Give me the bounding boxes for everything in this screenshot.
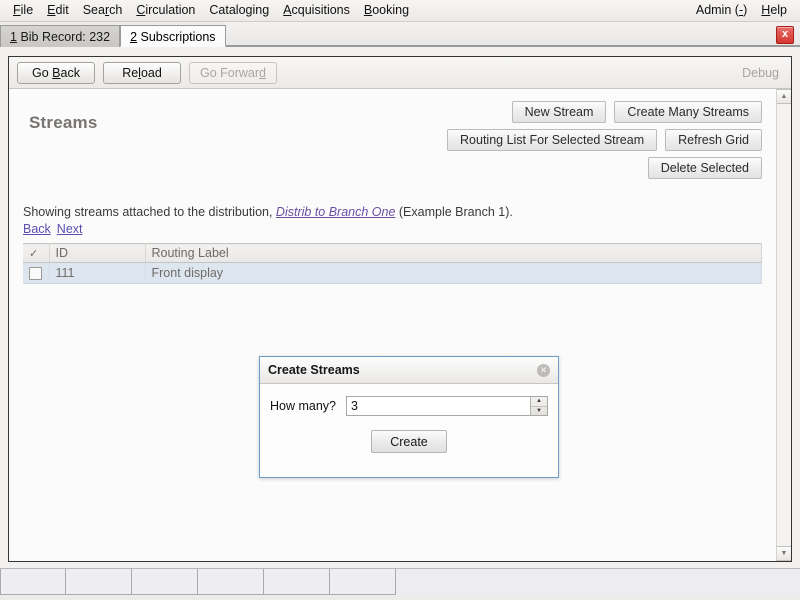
action-button-row-1: New Stream Create Many Streams bbox=[511, 101, 762, 123]
scrollbar-track[interactable] bbox=[777, 104, 791, 546]
how-many-stepper[interactable]: ▲ ▼ bbox=[346, 396, 548, 416]
menu-item-edit[interactable]: Edit bbox=[40, 1, 76, 20]
how-many-input[interactable] bbox=[347, 397, 530, 415]
check-icon: ✓ bbox=[29, 248, 39, 260]
page-wrapper: Streams New Stream Create Many Streams R… bbox=[9, 89, 791, 561]
tab-bar-empty-area bbox=[225, 22, 800, 46]
pager-next-link[interactable]: Next bbox=[57, 222, 83, 236]
stepper-up-icon[interactable]: ▲ bbox=[531, 397, 547, 407]
routing-list-button[interactable]: Routing List For Selected Stream bbox=[447, 129, 658, 151]
create-many-streams-button[interactable]: Create Many Streams bbox=[614, 101, 762, 123]
streams-grid-body: 111 Front display bbox=[23, 262, 762, 284]
pager-back-link[interactable]: Back bbox=[23, 222, 51, 236]
scroll-up-icon[interactable]: ▲ bbox=[777, 89, 791, 104]
column-header-checkbox[interactable]: ✓ bbox=[23, 243, 50, 263]
tab-subscriptions-label: Subscriptions bbox=[140, 30, 216, 44]
status-bar-empty-area bbox=[396, 569, 800, 595]
status-cell-1 bbox=[0, 569, 66, 595]
pager: Back Next bbox=[23, 222, 762, 236]
status-cell-5 bbox=[264, 569, 330, 595]
description-suffix: (Example Branch 1). bbox=[395, 205, 513, 219]
row-checkbox[interactable] bbox=[29, 267, 43, 281]
page-content: Streams New Stream Create Many Streams R… bbox=[9, 89, 776, 561]
tab-subscriptions[interactable]: 2 Subscriptions bbox=[120, 25, 226, 47]
streams-grid: ✓ ID Routing Label 111 Front display bbox=[23, 243, 762, 284]
dialog-close-icon[interactable]: ✕ bbox=[537, 363, 550, 377]
action-button-row-3: Delete Selected bbox=[647, 157, 762, 179]
menu-item-booking[interactable]: Booking bbox=[357, 1, 416, 20]
dialog-title: Create Streams bbox=[268, 363, 360, 377]
menu-item-admin[interactable]: Admin (-) bbox=[689, 1, 754, 20]
dialog-title-bar: Create Streams ✕ bbox=[260, 357, 558, 384]
how-many-label: How many? bbox=[270, 399, 336, 413]
status-cell-2 bbox=[66, 569, 132, 595]
page-header-row: Streams New Stream Create Many Streams R… bbox=[23, 101, 762, 179]
menu-bar: File Edit Search Circulation Cataloging … bbox=[0, 0, 800, 22]
debug-label: Debug bbox=[742, 65, 779, 80]
navigation-toolbar: Go Back Reload Go Forward Debug bbox=[9, 57, 791, 89]
dialog-actions: Create bbox=[270, 430, 548, 453]
column-header-routing-label[interactable]: Routing Label bbox=[145, 243, 762, 263]
vertical-scrollbar[interactable]: ▲ ▼ bbox=[776, 89, 791, 561]
go-back-button[interactable]: Go Back bbox=[17, 61, 95, 84]
page-title: Streams bbox=[29, 113, 98, 132]
table-header-row: ✓ ID Routing Label bbox=[23, 243, 762, 263]
action-button-row-2: Routing List For Selected Stream Refresh… bbox=[447, 129, 762, 151]
description-prefix: Showing streams attached to the distribu… bbox=[23, 205, 276, 219]
refresh-grid-button[interactable]: Refresh Grid bbox=[665, 129, 762, 151]
action-button-group: New Stream Create Many Streams Routing L… bbox=[447, 101, 762, 179]
menu-item-search[interactable]: Search bbox=[76, 1, 130, 20]
reload-button[interactable]: Reload bbox=[103, 61, 181, 84]
new-stream-button[interactable]: New Stream bbox=[511, 101, 607, 123]
tab-bar: 1 Bib Record: 232 2 Subscriptions x bbox=[0, 22, 800, 47]
scroll-down-icon[interactable]: ▼ bbox=[777, 546, 791, 561]
column-header-id[interactable]: ID bbox=[49, 243, 146, 263]
delete-selected-button[interactable]: Delete Selected bbox=[647, 157, 762, 179]
menu-item-circulation[interactable]: Circulation bbox=[129, 1, 202, 20]
menu-item-cataloging[interactable]: Cataloging bbox=[202, 1, 276, 20]
row-id: 111 bbox=[49, 262, 146, 284]
status-bar bbox=[0, 568, 800, 600]
status-cell-3 bbox=[132, 569, 198, 595]
how-many-field-row: How many? ▲ ▼ bbox=[270, 396, 548, 416]
description-text: Showing streams attached to the distribu… bbox=[23, 205, 762, 219]
browser-frame: Go Back Reload Go Forward Debug Streams … bbox=[8, 56, 792, 562]
menu-item-file[interactable]: File bbox=[6, 1, 40, 20]
menu-item-acquisitions[interactable]: Acquisitions bbox=[276, 1, 357, 20]
go-forward-button[interactable]: Go Forward bbox=[189, 61, 277, 84]
stepper-buttons: ▲ ▼ bbox=[530, 397, 547, 415]
table-row[interactable]: 111 Front display bbox=[23, 262, 762, 284]
close-icon[interactable]: x bbox=[776, 26, 794, 44]
row-checkbox-cell[interactable] bbox=[23, 262, 50, 284]
status-cell-4 bbox=[198, 569, 264, 595]
dialog-body: How many? ▲ ▼ Create bbox=[260, 384, 558, 453]
create-button[interactable]: Create bbox=[371, 430, 447, 453]
distribution-link[interactable]: Distrib to Branch One bbox=[276, 205, 396, 219]
menu-item-help[interactable]: Help bbox=[754, 1, 794, 20]
status-cell-6 bbox=[330, 569, 396, 595]
create-streams-dialog: Create Streams ✕ How many? ▲ ▼ bbox=[259, 356, 559, 478]
tab-bib-record[interactable]: 1 Bib Record: 232 bbox=[0, 25, 121, 47]
streams-grid-header: ✓ ID Routing Label bbox=[23, 243, 762, 263]
stepper-down-icon[interactable]: ▼ bbox=[531, 407, 547, 416]
tab-bib-record-label: Bib Record: 232 bbox=[20, 30, 111, 44]
row-routing-label: Front display bbox=[145, 262, 762, 284]
